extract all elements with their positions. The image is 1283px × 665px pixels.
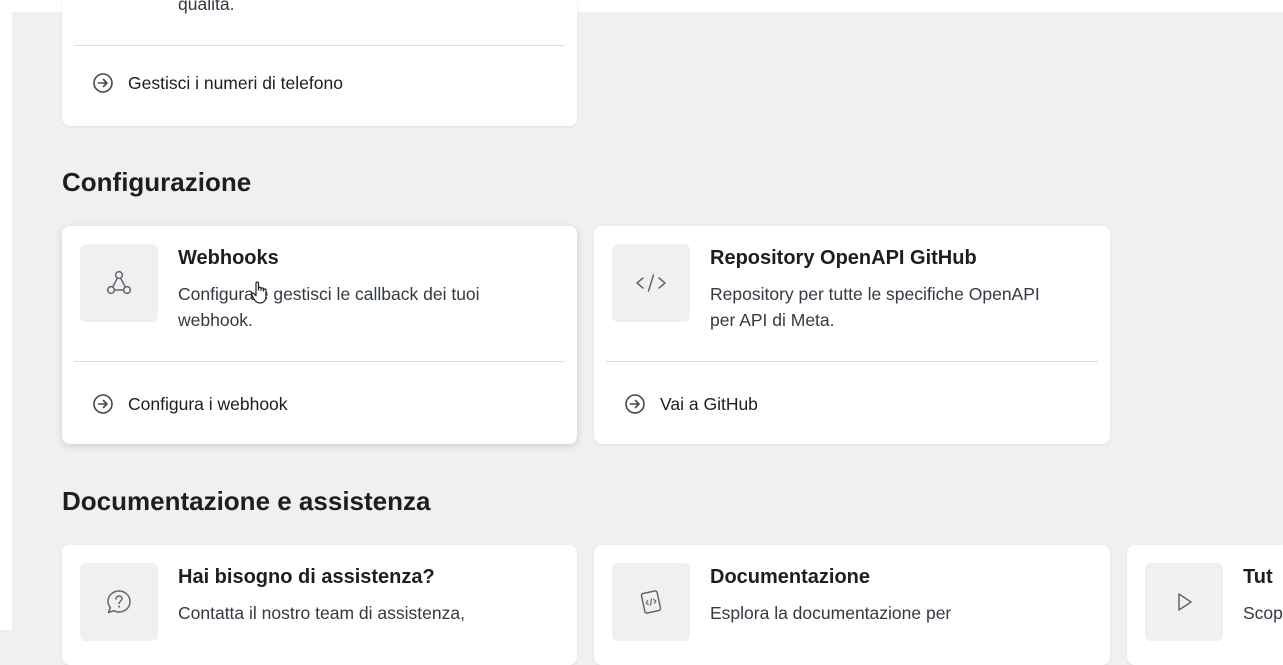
configure-webhooks-link[interactable]: Configura i webhook [92, 393, 288, 415]
manage-phone-numbers-link[interactable]: Gestisci i numeri di telefono [92, 72, 343, 94]
help-icon [107, 590, 131, 614]
github-title: Repository OpenAPI GitHub [710, 247, 977, 269]
left-white-strip [0, 0, 12, 630]
section-heading-configurazione: Configurazione [62, 167, 252, 197]
assistance-title: Hai bisogno di assistenza? [178, 566, 435, 588]
assistance-icon-box [80, 563, 158, 641]
document-icon [640, 590, 662, 614]
tutorial-description: Scop [1243, 603, 1283, 623]
hand-pointer-cursor-icon [251, 281, 267, 304]
arrow-circle-right-icon [625, 394, 645, 414]
section-heading-documentazione: Documentazione e assistenza [62, 486, 431, 516]
documentation-description: Esplora la documentazione per [710, 603, 952, 623]
documentation-icon-box [612, 563, 690, 641]
configure-webhooks-label: Configura i webhook [128, 393, 288, 414]
play-icon [1178, 593, 1192, 611]
tutorial-card[interactable]: Tut Scop [1127, 545, 1283, 665]
card-divider [74, 361, 565, 362]
code-icon [636, 274, 666, 292]
webhooks-icon-box [80, 244, 158, 322]
go-to-github-label: Vai a GitHub [660, 393, 758, 414]
phone-card-description: qualità. [178, 0, 235, 14]
tutorial-title: Tut [1243, 566, 1273, 588]
arrow-circle-right-icon [93, 73, 113, 93]
webhooks-title: Webhooks [178, 247, 279, 269]
documentation-title: Documentazione [710, 566, 871, 588]
webhook-icon [106, 270, 132, 295]
card-divider [606, 361, 1098, 362]
card-divider [74, 45, 565, 46]
tutorial-icon-box [1145, 563, 1223, 641]
webhooks-card[interactable]: Webhooks Configura e gestisci le callbac… [62, 226, 577, 444]
assistance-description: Contatta il nostro team di assistenza, [178, 603, 465, 623]
manage-phone-numbers-label: Gestisci i numeri di telefono [128, 72, 343, 93]
assistance-card[interactable]: Hai bisogno di assistenza? Contatta il n… [62, 545, 577, 665]
github-repository-card[interactable]: Repository OpenAPI GitHub Repository per… [594, 226, 1110, 444]
go-to-github-link[interactable]: Vai a GitHub [624, 393, 758, 415]
github-icon-box [612, 244, 690, 322]
arrow-circle-right-icon [93, 394, 113, 414]
github-description: Repository per tutte le specifiche OpenA… [710, 284, 1040, 330]
phone-numbers-card: qualità. Gestisci i numeri di telefono [62, 0, 577, 126]
documentation-card[interactable]: Documentazione Esplora la documentazione… [594, 545, 1110, 665]
webhooks-description: Configura e gestisci le callback dei tuo… [178, 284, 480, 330]
